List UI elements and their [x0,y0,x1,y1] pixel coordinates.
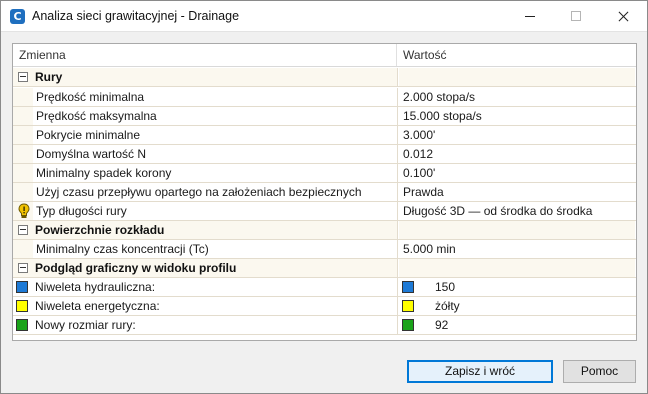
color-swatch-icon [402,281,414,293]
property-label: Pokrycie minimalne [36,128,141,142]
category-label: Powierzchnie rozkładu [35,223,165,237]
property-row[interactable]: Typ długości rury Długość 3D — od środka… [13,202,636,221]
property-value[interactable]: 0.012 [399,145,635,163]
property-value[interactable]: 0.100' [399,164,635,182]
property-value[interactable]: 92 [399,316,635,334]
column-header-value[interactable]: Wartość [397,44,636,66]
property-row[interactable]: Domyślna wartość N 0.012 [13,145,636,164]
collapse-toggle-icon[interactable] [18,225,28,235]
property-label: Niweleta energetyczna: [35,299,160,313]
property-row[interactable]: Użyj czasu przepływu opartego na założen… [13,183,636,202]
property-label: Użyj czasu przepływu opartego na założen… [36,185,362,199]
property-label: Typ długości rury [36,204,127,218]
property-label: Prędkość maksymalna [36,109,157,123]
property-row[interactable]: Minimalny spadek korony 0.100' [13,164,636,183]
category-row-pipes[interactable]: Rury [13,68,636,87]
save-and-return-button[interactable]: Zapisz i wróć [407,360,553,383]
dialog-window: C Analiza sieci grawitacyjnej - Drainage… [0,0,648,394]
property-label: Niweleta hydrauliczna: [35,280,156,294]
hydraulic-grade-color-swatch-icon [16,281,28,293]
column-header-variable[interactable]: Zmienna [13,44,397,66]
grid-header: Zmienna Wartość [13,44,636,67]
property-value[interactable]: Prawda [399,183,635,201]
property-row[interactable]: Prędkość minimalna 2.000 stopa/s [13,88,636,107]
color-value-text: 92 [435,318,449,332]
property-row[interactable]: Nowy rozmiar rury: 92 [13,316,636,335]
app-icon: C [10,9,25,24]
color-value-text: 150 [435,280,456,294]
minimize-icon [525,16,535,17]
property-value[interactable]: 150 [399,278,635,296]
color-swatch-icon [402,319,414,331]
property-row[interactable]: Pokrycie minimalne 3.000' [13,126,636,145]
property-value[interactable]: żółty [399,297,635,315]
help-button[interactable]: Pomoc [563,360,636,383]
property-value[interactable]: 5.000 min [399,240,635,258]
property-row[interactable]: Minimalny czas koncentracji (Tc) 5.000 m… [13,240,636,259]
category-label: Rury [35,70,63,84]
category-row-catchments[interactable]: Powierzchnie rozkładu [13,221,636,240]
window-title: Analiza sieci grawitacyjnej - Drainage [32,9,240,23]
collapse-toggle-icon[interactable] [18,263,28,273]
category-label: Podgląd graficzny w widoku profilu [35,261,237,275]
color-swatch-icon [402,300,414,312]
category-row-profile-preview[interactable]: Podgląd graficzny w widoku profilu [13,259,636,278]
warning-icon [18,203,30,218]
new-pipe-size-color-swatch-icon [16,319,28,331]
title-bar[interactable]: C Analiza sieci grawitacyjnej - Drainage [1,1,647,32]
property-label: Prędkość minimalna [36,90,145,104]
minimize-button[interactable] [507,1,553,31]
collapse-toggle-icon[interactable] [18,72,28,82]
property-value[interactable]: 15.000 stopa/s [399,107,635,125]
color-value-text: żółty [435,299,460,313]
property-value[interactable]: 3.000' [399,126,635,144]
property-value[interactable]: Długość 3D — od środka do środka [399,202,635,220]
energy-grade-color-swatch-icon [16,300,28,312]
property-label: Minimalny spadek korony [36,166,172,180]
property-label: Minimalny czas koncentracji (Tc) [36,242,209,256]
property-row[interactable]: Niweleta hydrauliczna: 150 [13,278,636,297]
maximize-icon [571,11,581,21]
property-value[interactable]: 2.000 stopa/s [399,88,635,106]
property-label: Nowy rozmiar rury: [35,318,136,332]
close-button[interactable] [600,1,646,31]
maximize-button [553,1,599,31]
property-row[interactable]: Prędkość maksymalna 15.000 stopa/s [13,107,636,126]
property-grid: Zmienna Wartość Rury Prędkość minimalna … [12,43,637,341]
property-row[interactable]: Niweleta energetyczna: żółty [13,297,636,316]
property-label: Domyślna wartość N [36,147,147,161]
